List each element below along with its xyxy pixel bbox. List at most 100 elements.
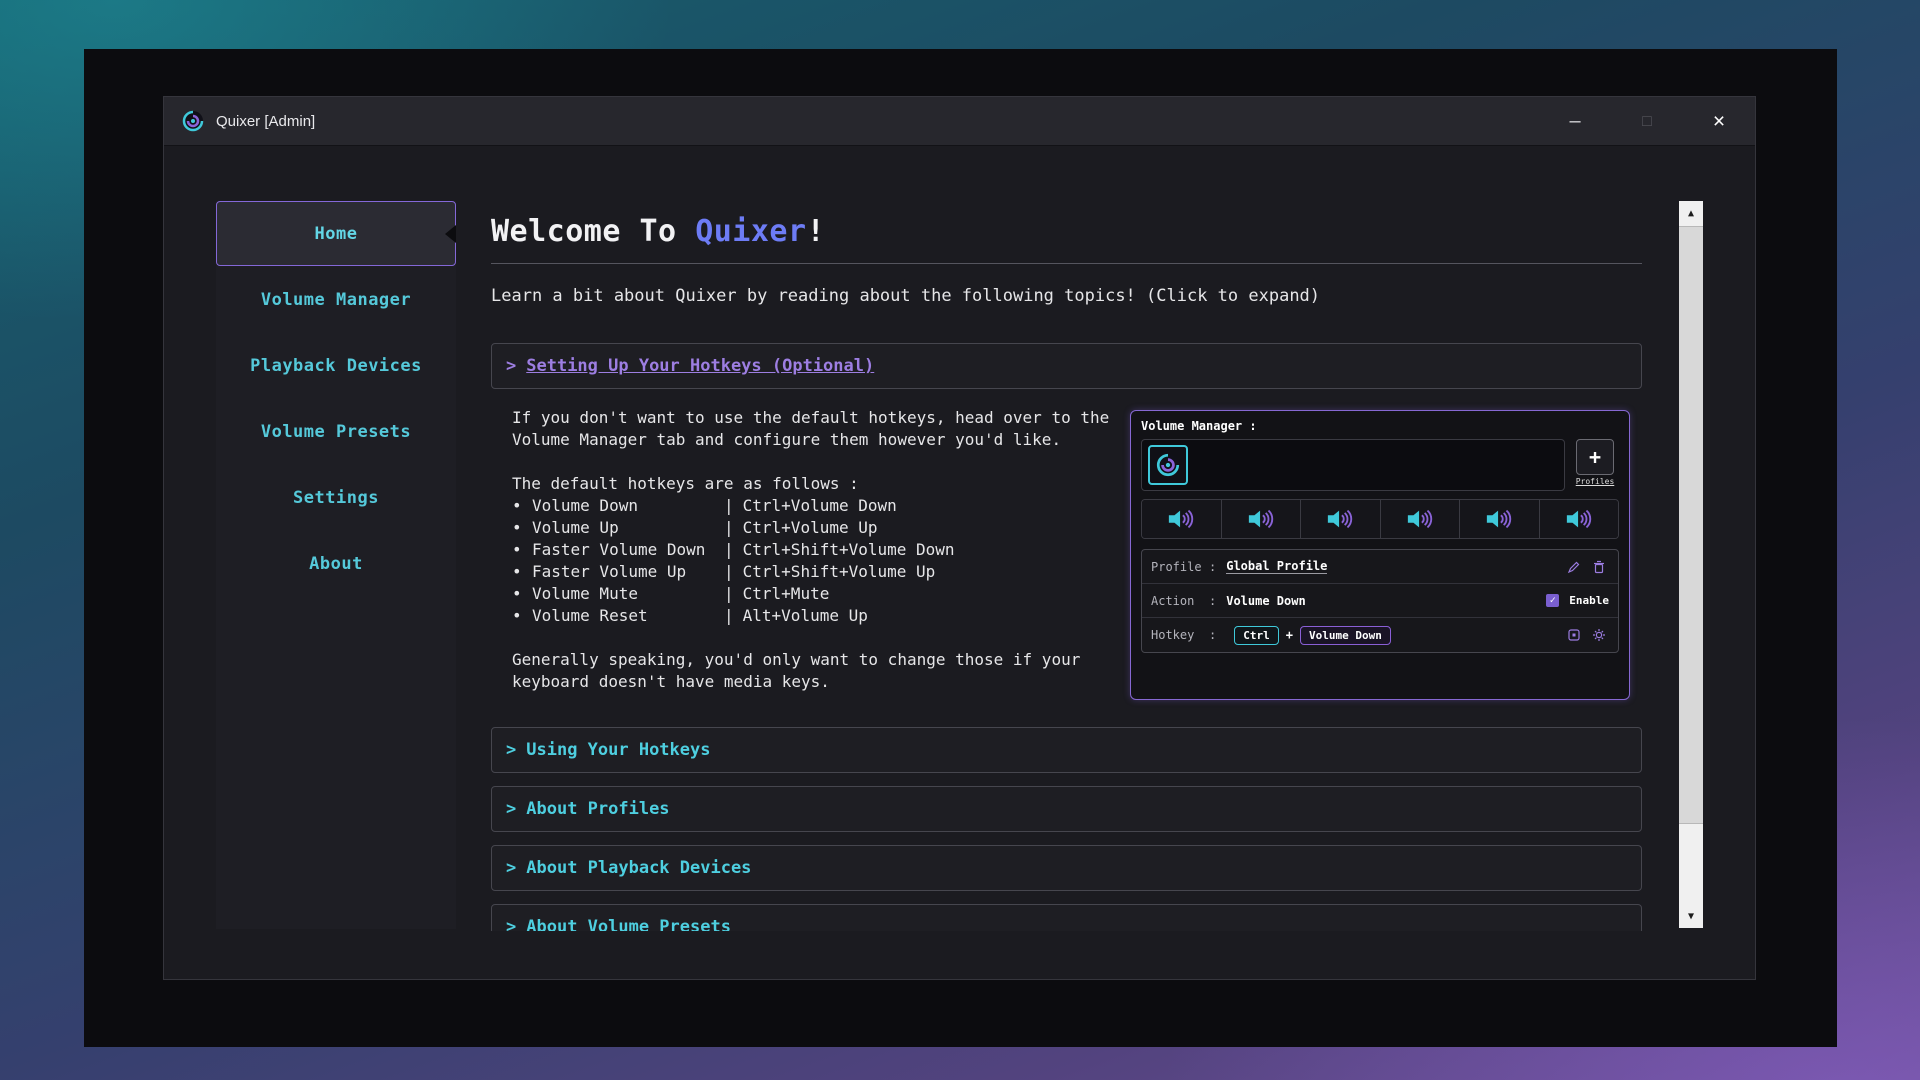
sidebar-item-about[interactable]: About bbox=[216, 531, 456, 596]
section-header-setup-hotkeys[interactable]: > Setting Up Your Hotkeys (Optional) bbox=[491, 343, 1642, 389]
preview-speaker-row bbox=[1141, 499, 1619, 539]
setup-text-column: If you don't want to use the default hot… bbox=[512, 407, 1124, 693]
hotkey-combo: Ctrl+Shift+Volume Down bbox=[743, 539, 955, 561]
hotkey-combo: Alt+Volume Up bbox=[743, 605, 868, 627]
hotkey-row: • Volume Mute | Ctrl+Mute bbox=[512, 583, 1124, 605]
scrollbar-track[interactable]: ▲ ▼ bbox=[1679, 201, 1703, 928]
hotkey-action: Faster Volume Up bbox=[532, 561, 724, 583]
section-header-using-hotkeys[interactable]: > Using Your Hotkeys bbox=[491, 727, 1642, 773]
section-header-about-playback-devices[interactable]: > About Playback Devices bbox=[491, 845, 1642, 891]
enable-label: Enable bbox=[1569, 594, 1609, 607]
delete-profile-icon bbox=[1589, 558, 1609, 576]
hotkey-action: Faster Volume Down bbox=[532, 539, 724, 561]
hotkey-action: Volume Up bbox=[532, 517, 724, 539]
preview-details-panel: Profile : Global Profile bbox=[1141, 549, 1619, 653]
hotkey-settings-icon bbox=[1589, 626, 1609, 644]
minimize-button[interactable]: – bbox=[1539, 97, 1611, 146]
action-label: Action bbox=[1151, 594, 1209, 608]
sidebar-item-label: Volume Manager bbox=[261, 290, 411, 310]
plus-separator: + bbox=[1286, 628, 1293, 642]
sidebar-item-playback-devices[interactable]: Playback Devices bbox=[216, 333, 456, 398]
sidebar-item-label: Home bbox=[315, 224, 358, 244]
hotkey-row: • Volume Up | Ctrl+Volume Up bbox=[512, 517, 1124, 539]
preview-device-logo-icon bbox=[1148, 445, 1188, 485]
pipe-separator: | bbox=[724, 539, 734, 561]
enable-checkbox: ✓ bbox=[1546, 594, 1559, 607]
profiles-label: Profiles bbox=[1576, 477, 1615, 486]
chevron-right-icon: > bbox=[506, 799, 516, 819]
hotkey-row: • Volume Reset | Alt+Volume Up bbox=[512, 605, 1124, 627]
section-label: About Playback Devices bbox=[526, 858, 751, 878]
profile-value: Global Profile bbox=[1226, 559, 1327, 574]
hotkey-action: Volume Mute bbox=[532, 583, 724, 605]
hotkey-main-chip: Volume Down bbox=[1300, 626, 1391, 645]
pipe-separator: | bbox=[724, 495, 734, 517]
preview-action-row: Action : Volume Down ✓ Enable bbox=[1142, 584, 1618, 618]
hotkey-row: • Volume Down | Ctrl+Volume Down bbox=[512, 495, 1124, 517]
sidebar-item-settings[interactable]: Settings bbox=[216, 465, 456, 530]
setup-paragraph-1: If you don't want to use the default hot… bbox=[512, 407, 1124, 451]
speaker-icon bbox=[1381, 500, 1461, 538]
pipe-separator: | bbox=[724, 605, 734, 627]
edit-profile-icon bbox=[1564, 558, 1584, 576]
section-header-about-volume-presets[interactable]: > About Volume Presets bbox=[491, 904, 1642, 931]
sidebar-item-label: Volume Presets bbox=[261, 422, 411, 442]
hotkey-action: Volume Reset bbox=[532, 605, 724, 627]
preview-hotkey-row: Hotkey : Ctrl + Volume Down bbox=[1142, 618, 1618, 652]
page-header: Welcome To Quixer! bbox=[491, 201, 1642, 264]
hotkey-modifier-chip: Ctrl bbox=[1234, 626, 1279, 645]
preview-title: Volume Manager : bbox=[1141, 419, 1629, 433]
main-content: Welcome To Quixer! Learn a bit about Qui… bbox=[491, 201, 1642, 931]
speaker-icon bbox=[1222, 500, 1302, 538]
close-button[interactable]: × bbox=[1683, 97, 1755, 146]
sidebar-item-home[interactable]: Home bbox=[216, 201, 456, 266]
page-title-prefix: Welcome To bbox=[491, 214, 695, 249]
bullet-icon: • bbox=[512, 495, 532, 517]
chevron-right-icon: > bbox=[506, 917, 516, 931]
hotkey-list: • Volume Down | Ctrl+Volume Down • Volum… bbox=[512, 495, 1124, 627]
hotkey-action: Volume Down bbox=[532, 495, 724, 517]
pipe-separator: | bbox=[724, 583, 734, 605]
preview-device-row: + Profiles bbox=[1141, 439, 1619, 491]
page-subtitle: Learn a bit about Quixer by reading abou… bbox=[491, 286, 1642, 307]
preview-device-list bbox=[1141, 439, 1565, 491]
chevron-right-icon: > bbox=[506, 356, 516, 376]
titlebar[interactable]: Quixer [Admin] – □ × bbox=[164, 97, 1755, 146]
profile-label: Profile bbox=[1151, 560, 1209, 574]
preview-profiles-column: + Profiles bbox=[1571, 439, 1619, 491]
hotkey-combo: Ctrl+Mute bbox=[743, 583, 830, 605]
bullet-icon: • bbox=[512, 583, 532, 605]
desktop-background: Quixer [Admin] – □ × Home Volume Manager… bbox=[0, 0, 1920, 1080]
scroll-down-button[interactable]: ▼ bbox=[1679, 904, 1703, 928]
sidebar-item-label: About bbox=[309, 554, 363, 574]
section-label: Setting Up Your Hotkeys (Optional) bbox=[526, 356, 874, 376]
hotkey-combo: Ctrl+Volume Up bbox=[743, 517, 878, 539]
speaker-icon bbox=[1540, 500, 1619, 538]
colon: : bbox=[1209, 594, 1216, 608]
section-header-about-profiles[interactable]: > About Profiles bbox=[491, 786, 1642, 832]
chevron-right-icon: > bbox=[506, 740, 516, 760]
section-label: About Volume Presets bbox=[526, 917, 731, 931]
bullet-icon: • bbox=[512, 561, 532, 583]
hotkey-label: Hotkey bbox=[1151, 628, 1209, 642]
bullet-icon: • bbox=[512, 539, 532, 561]
colon: : bbox=[1209, 560, 1216, 574]
setup-paragraph-2: Generally speaking, you'd only want to c… bbox=[512, 649, 1124, 693]
scroll-up-button[interactable]: ▲ bbox=[1679, 201, 1703, 225]
scroll-thumb[interactable] bbox=[1679, 226, 1703, 824]
page-title-suffix: ! bbox=[807, 214, 826, 249]
preview-profile-row: Profile : Global Profile bbox=[1142, 550, 1618, 584]
pipe-separator: | bbox=[724, 561, 734, 583]
sidebar-item-volume-presets[interactable]: Volume Presets bbox=[216, 399, 456, 464]
bullet-icon: • bbox=[512, 605, 532, 627]
maximize-button[interactable]: □ bbox=[1611, 97, 1683, 146]
hotkey-combo: Ctrl+Shift+Volume Up bbox=[743, 561, 936, 583]
add-profile-button: + bbox=[1576, 439, 1614, 475]
sidebar-item-volume-manager[interactable]: Volume Manager bbox=[216, 267, 456, 332]
app-logo-icon bbox=[180, 108, 206, 134]
volume-manager-preview: Volume Manager : bbox=[1130, 410, 1630, 700]
colon: : bbox=[1209, 628, 1216, 642]
hotkey-combo: Ctrl+Volume Down bbox=[743, 495, 897, 517]
pipe-separator: | bbox=[724, 517, 734, 539]
sidebar-item-label: Playback Devices bbox=[250, 356, 422, 376]
